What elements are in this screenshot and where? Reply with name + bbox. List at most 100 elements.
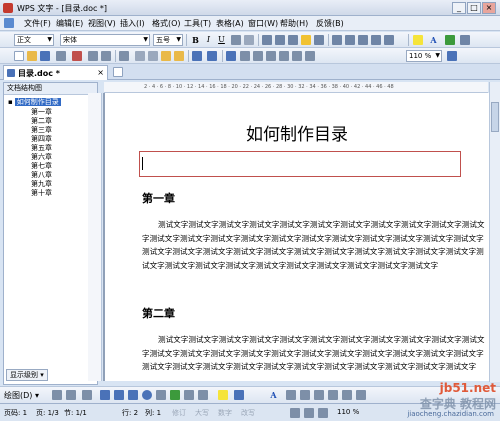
copy-icon[interactable] bbox=[148, 51, 158, 61]
bullets-icon[interactable] bbox=[345, 35, 355, 45]
wordart-icon[interactable] bbox=[170, 390, 180, 400]
dash-style-icon[interactable] bbox=[300, 390, 310, 400]
fill-color-icon[interactable] bbox=[218, 390, 228, 400]
menu-tools[interactable]: 工具(T) bbox=[184, 18, 211, 29]
strikethrough-icon[interactable] bbox=[244, 35, 254, 45]
insert-picture-icon[interactable] bbox=[253, 51, 263, 61]
rotate-icon[interactable] bbox=[66, 390, 76, 400]
scrollbar-thumb[interactable] bbox=[491, 102, 499, 132]
line-color-icon[interactable] bbox=[234, 390, 244, 400]
draw-menu-button[interactable]: 绘图(D) ▾ bbox=[4, 390, 39, 401]
vertical-ruler[interactable] bbox=[88, 93, 102, 381]
help-icon[interactable] bbox=[447, 51, 457, 61]
app-menu-icon[interactable] bbox=[4, 18, 14, 28]
close-tab-icon[interactable]: × bbox=[97, 68, 104, 77]
paste-icon[interactable] bbox=[161, 51, 171, 61]
distribute-icon[interactable] bbox=[314, 35, 324, 45]
line-spacing-icon[interactable] bbox=[384, 35, 394, 45]
menu-window[interactable]: 窗口(W) bbox=[248, 18, 278, 29]
navigation-pane-icon[interactable] bbox=[292, 51, 302, 61]
3d-icon[interactable] bbox=[342, 390, 352, 400]
status-zoom[interactable]: 110 % bbox=[337, 408, 359, 416]
increase-indent-icon[interactable] bbox=[371, 35, 381, 45]
rectangle-icon[interactable] bbox=[128, 390, 138, 400]
maximize-button[interactable]: □ bbox=[467, 2, 481, 14]
arrow-icon[interactable] bbox=[114, 390, 124, 400]
size-select[interactable]: 五号 ▼ bbox=[153, 34, 183, 46]
vertical-scrollbar[interactable] bbox=[489, 82, 500, 382]
new-document-icon[interactable] bbox=[14, 51, 24, 61]
align-left-icon[interactable] bbox=[262, 35, 272, 45]
toc-insertion-box[interactable] bbox=[139, 151, 461, 177]
view-mode-icon[interactable] bbox=[318, 408, 328, 418]
align-center-icon[interactable] bbox=[275, 35, 285, 45]
view-mode-icon[interactable] bbox=[304, 408, 314, 418]
hyperlink-icon[interactable] bbox=[226, 51, 236, 61]
draw-icon[interactable] bbox=[279, 51, 289, 61]
cut-icon[interactable] bbox=[135, 51, 145, 61]
display-level-button[interactable]: 显示级别 ▾ bbox=[6, 369, 48, 381]
picture-icon[interactable] bbox=[198, 390, 208, 400]
arrow-style-icon[interactable] bbox=[314, 390, 324, 400]
line-icon[interactable] bbox=[100, 390, 110, 400]
textbox-icon[interactable] bbox=[156, 390, 166, 400]
undo-icon[interactable] bbox=[192, 51, 202, 61]
status-revision[interactable]: 修订 bbox=[172, 408, 186, 418]
numbering-icon[interactable] bbox=[332, 35, 342, 45]
print-icon[interactable] bbox=[88, 51, 98, 61]
menu-feedback[interactable]: 反馈(B) bbox=[316, 18, 344, 29]
bold-button[interactable]: B bbox=[190, 34, 201, 46]
print-preview-icon[interactable] bbox=[101, 51, 111, 61]
permission-icon[interactable] bbox=[56, 51, 66, 61]
watermark: jb51.net 查字典 教程网 jiaocheng.chazidian.com bbox=[360, 381, 500, 421]
justify-icon[interactable] bbox=[301, 35, 311, 45]
highlight-icon[interactable] bbox=[413, 35, 423, 45]
view-mode-icon[interactable] bbox=[290, 408, 300, 418]
collapse-icon[interactable]: ▪ bbox=[8, 98, 13, 106]
spellcheck-icon[interactable] bbox=[119, 51, 129, 61]
document-map-item[interactable]: 第十章 bbox=[31, 188, 52, 198]
horizontal-ruler[interactable]: 2 · 4 · 6 · 8 · 10 · 12 · 14 · 16 · 18 ·… bbox=[104, 82, 488, 93]
document-page[interactable]: 如何制作目录 第一章 测试文字测试文字测试文字测试文字测试文字测试文字测试文字测… bbox=[105, 93, 489, 381]
close-button[interactable]: × bbox=[482, 2, 496, 14]
pdf-export-icon[interactable] bbox=[72, 51, 82, 61]
menu-insert[interactable]: 插入(I) bbox=[120, 18, 145, 29]
underline-button[interactable]: U bbox=[216, 34, 227, 46]
menu-help[interactable]: 帮助(H) bbox=[280, 18, 308, 29]
menu-edit[interactable]: 编辑(E) bbox=[56, 18, 83, 29]
font-color-a-icon[interactable]: A bbox=[428, 34, 439, 46]
menu-view[interactable]: 视图(V) bbox=[88, 18, 116, 29]
menu-file[interactable]: 文件(F) bbox=[24, 18, 51, 29]
menu-format[interactable]: 格式(O) bbox=[152, 18, 181, 29]
decrease-indent-icon[interactable] bbox=[358, 35, 368, 45]
shadow-icon[interactable] bbox=[328, 390, 338, 400]
save-icon[interactable] bbox=[40, 51, 50, 61]
font-select[interactable]: 宋体 ▼ bbox=[60, 34, 150, 46]
new-tab-icon[interactable] bbox=[113, 67, 123, 77]
more-icon[interactable] bbox=[460, 35, 470, 45]
font-color-icon[interactable] bbox=[231, 35, 241, 45]
line-style-icon[interactable] bbox=[286, 390, 296, 400]
autoshapes-icon[interactable] bbox=[82, 390, 92, 400]
style-select[interactable]: 正文 ▼ bbox=[14, 34, 54, 46]
italic-button[interactable]: I bbox=[203, 34, 214, 46]
document-map-root[interactable]: ▪ 如何制作目录 bbox=[8, 97, 61, 107]
chapter-body: 测试文字测试文字测试文字测试文字测试文字测试文字测试文字测试文字测试文字测试文字… bbox=[142, 220, 485, 270]
tab-document[interactable]: 目录.doc * × bbox=[3, 65, 108, 80]
redo-icon[interactable] bbox=[207, 51, 217, 61]
status-overwrite[interactable]: 改写 bbox=[241, 408, 255, 418]
minimize-button[interactable]: _ bbox=[452, 2, 466, 14]
columns-icon[interactable] bbox=[266, 51, 276, 61]
font-color-a-icon[interactable]: A bbox=[268, 389, 279, 401]
open-folder-icon[interactable] bbox=[27, 51, 37, 61]
ellipse-icon[interactable] bbox=[142, 390, 152, 400]
text-effect-icon[interactable] bbox=[445, 35, 455, 45]
select-objects-icon[interactable] bbox=[52, 390, 62, 400]
show-marks-icon[interactable] bbox=[305, 51, 315, 61]
zoom-select[interactable]: 110 % ▼ bbox=[406, 50, 442, 62]
align-right-icon[interactable] bbox=[288, 35, 298, 45]
menu-table[interactable]: 表格(A) bbox=[216, 18, 244, 29]
clipart-icon[interactable] bbox=[184, 390, 194, 400]
table-icon[interactable] bbox=[240, 51, 250, 61]
format-painter-icon[interactable] bbox=[174, 51, 184, 61]
